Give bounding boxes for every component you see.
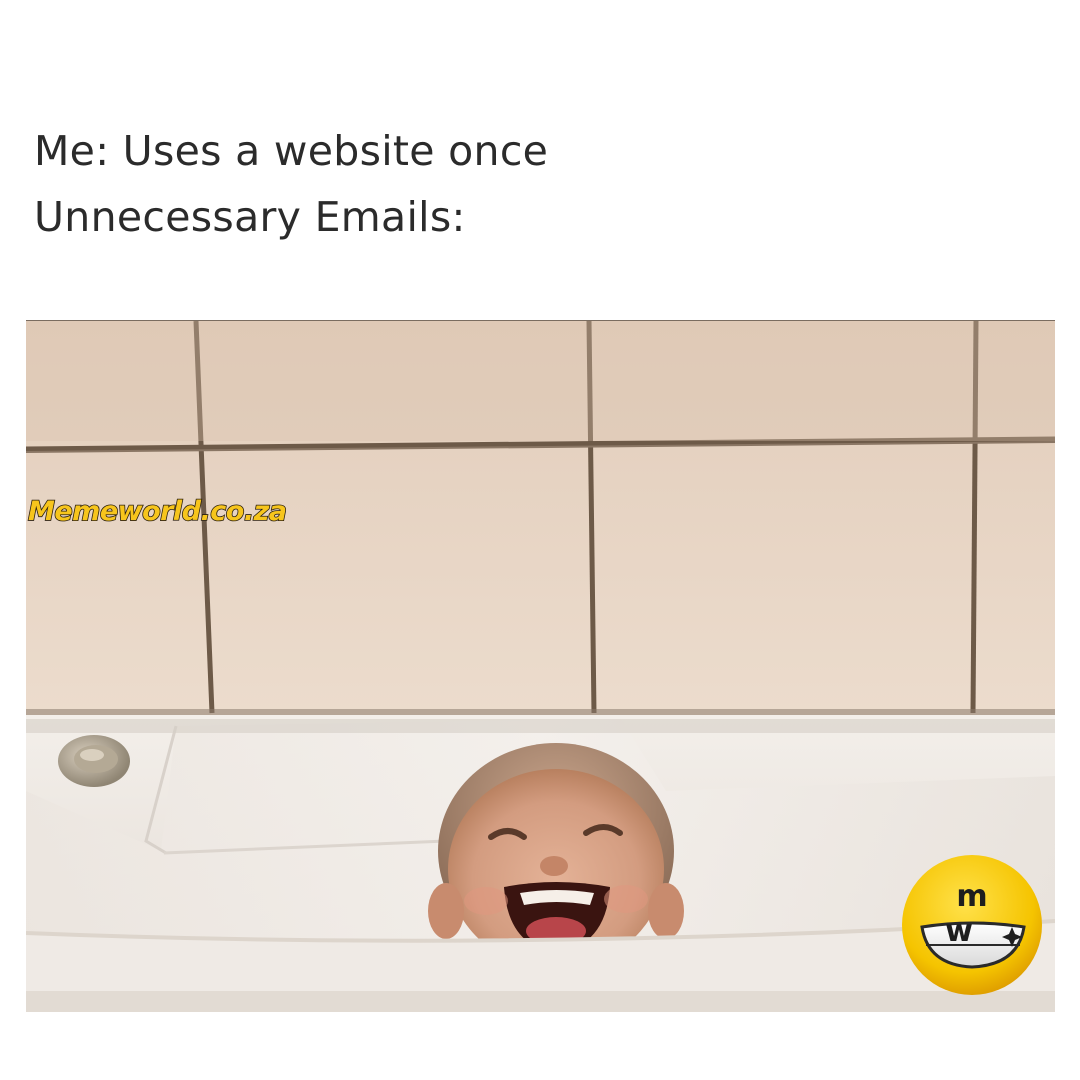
watermark: Memeworld.co.za xyxy=(27,495,288,528)
meme-page: Me: Uses a website once Unnecessary Emai… xyxy=(0,0,1080,1080)
caption-line-2: Unnecessary Emails: xyxy=(34,193,466,241)
logo-letters: m w xyxy=(945,879,1014,949)
memeworld-logo: m w xyxy=(900,853,1044,997)
caption-line-1: Me: Uses a website once xyxy=(34,127,549,175)
meme-caption: Me: Uses a website once Unnecessary Emai… xyxy=(34,118,548,250)
